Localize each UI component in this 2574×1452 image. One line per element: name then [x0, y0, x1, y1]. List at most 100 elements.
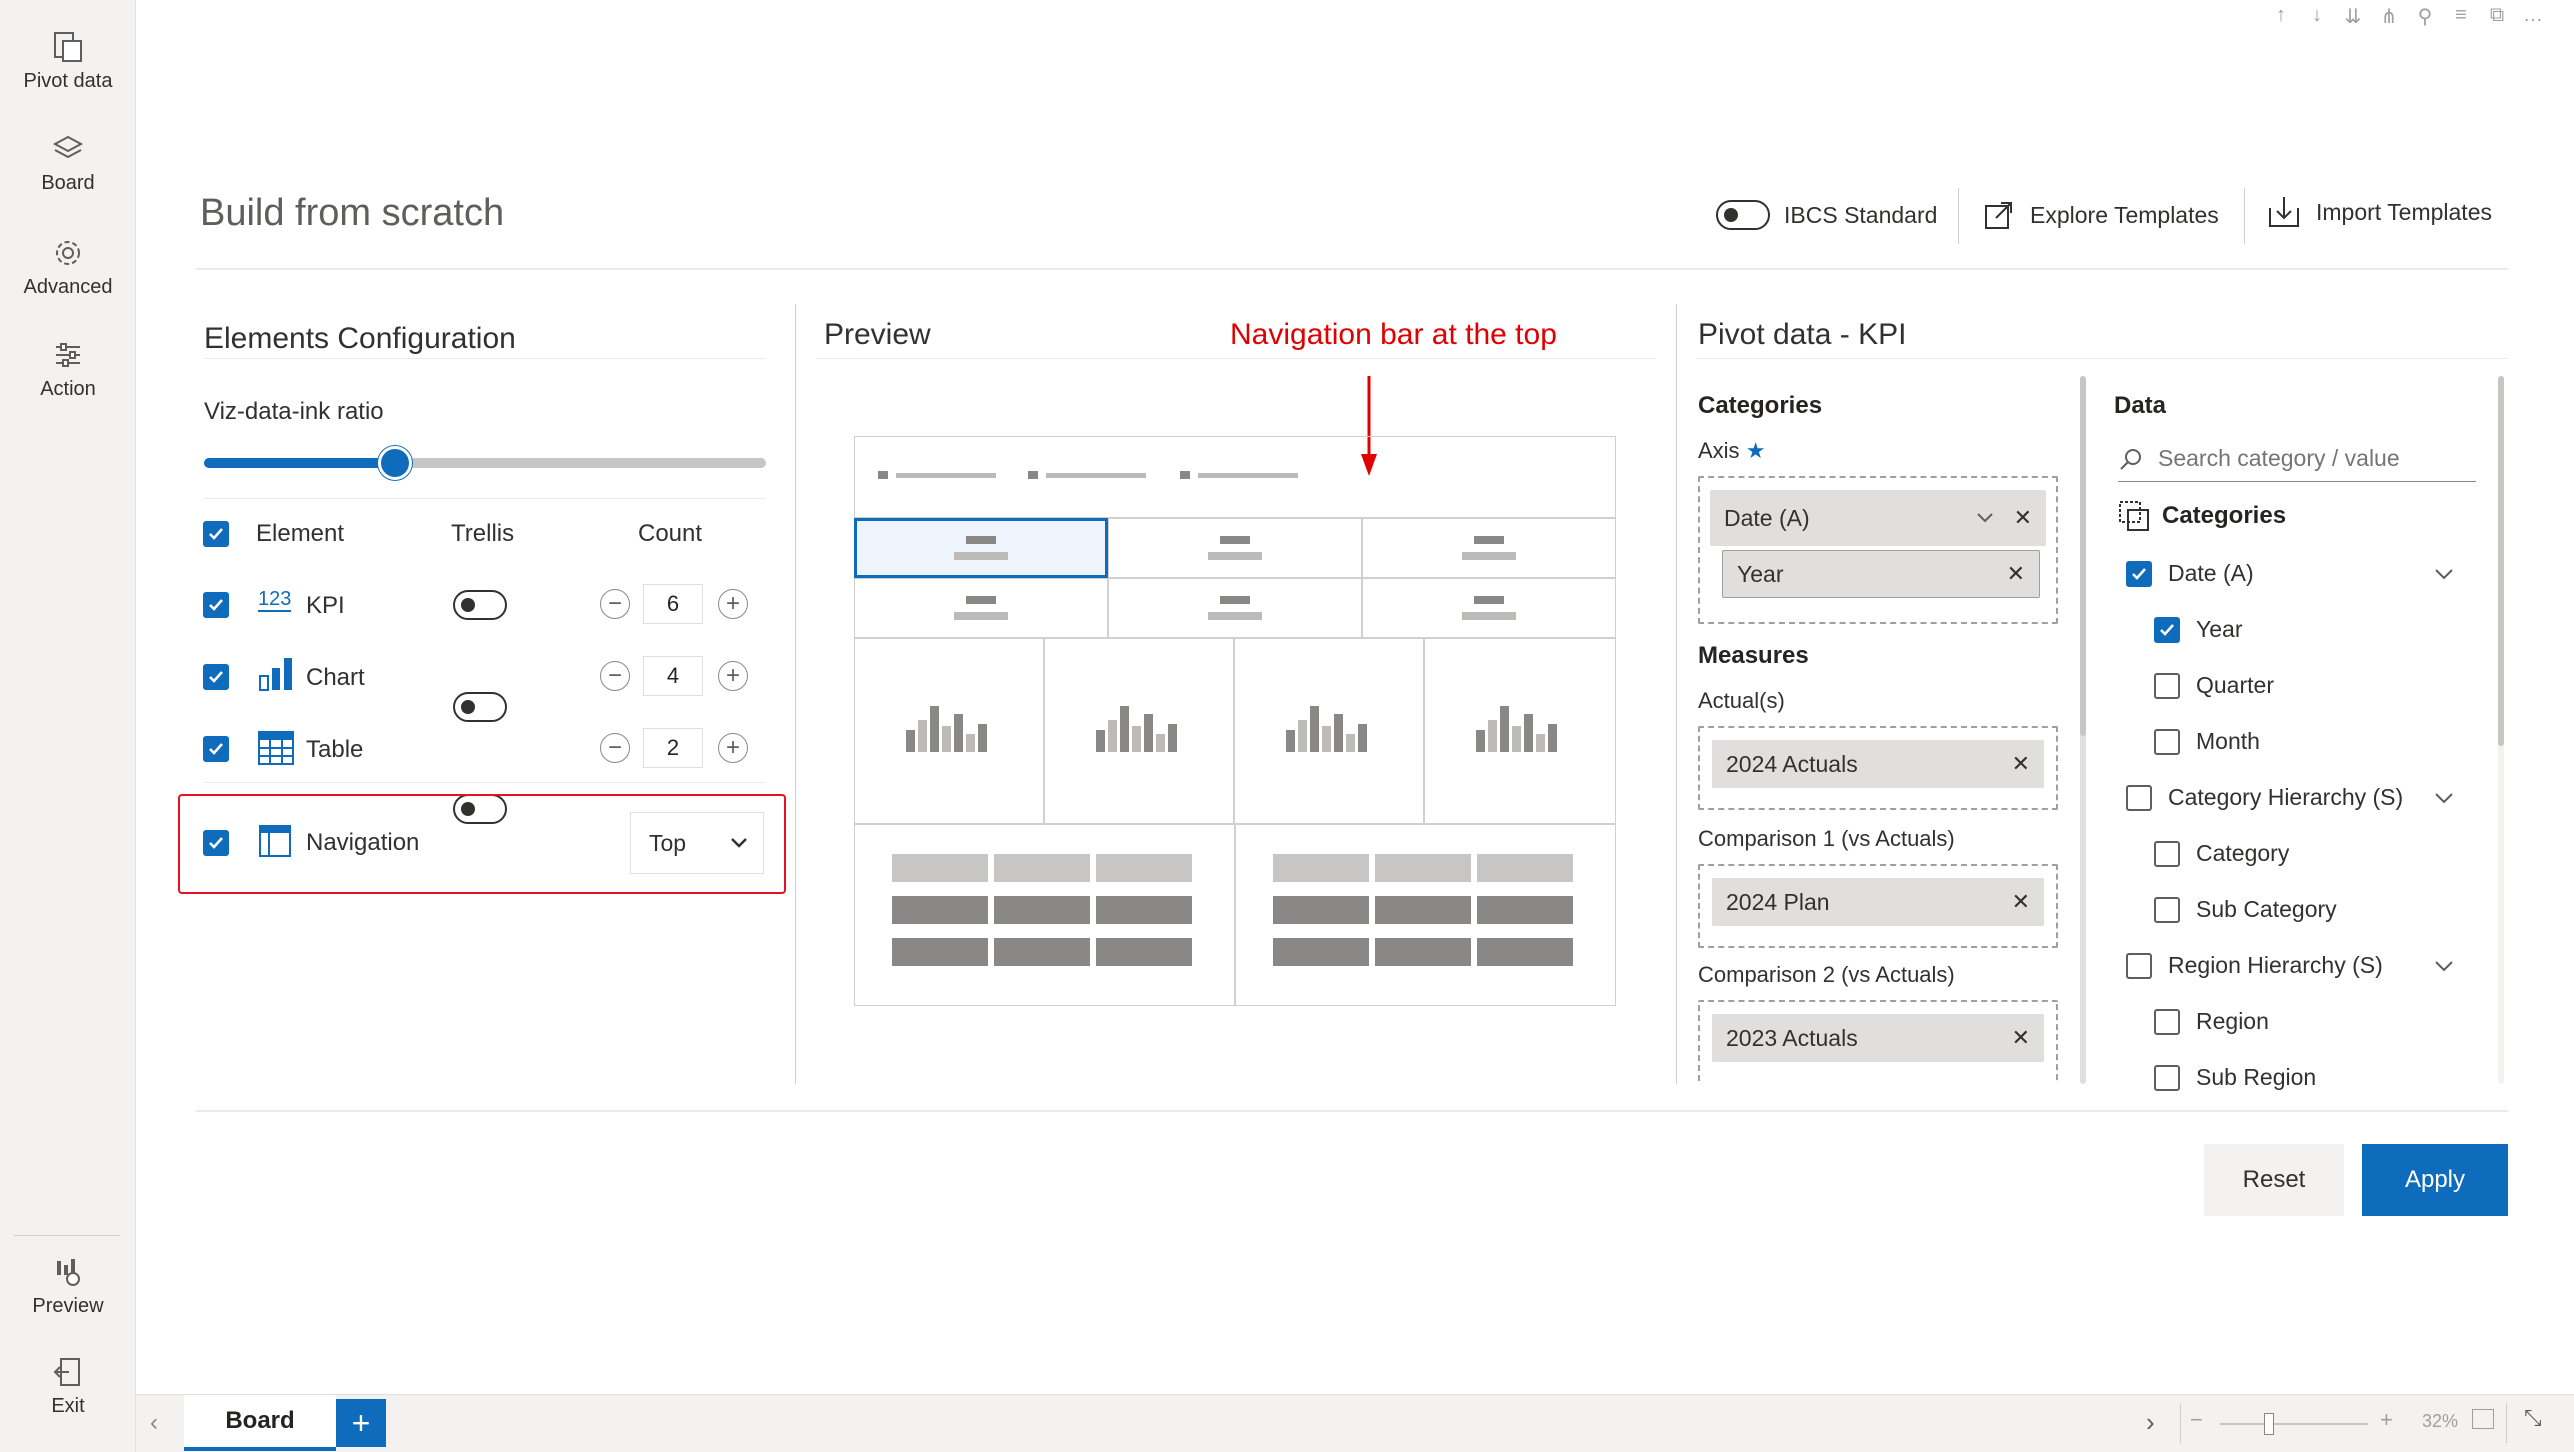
data-tree-checkbox[interactable] — [2126, 952, 2152, 979]
pin-icon[interactable]: ⚲ — [2414, 4, 2436, 34]
tab-board[interactable]: Board — [184, 1395, 336, 1451]
table-count-input[interactable]: 2 — [643, 728, 703, 768]
wf-chart-bar — [966, 734, 975, 752]
data-tree-checkbox[interactable] — [2154, 616, 2180, 643]
arrow-down-icon[interactable]: ↓ — [2306, 4, 2328, 34]
fit-page-icon[interactable] — [2472, 1409, 2494, 1429]
data-tree-item[interactable]: Region Hierarchy (S) — [2126, 952, 2383, 979]
kpi-count-input[interactable]: 6 — [643, 584, 703, 624]
data-search-box[interactable] — [2118, 436, 2476, 482]
arrow-up-icon[interactable]: ↑ — [2270, 4, 2292, 34]
chart-count-input[interactable]: 4 — [643, 656, 703, 696]
chart-trellis-toggle[interactable] — [453, 692, 507, 722]
tab-scroll-left-icon[interactable]: ‹ — [150, 1409, 158, 1437]
zoom-slider[interactable] — [2220, 1413, 2368, 1435]
chart-label: Chart — [306, 664, 365, 691]
zoom-in-button[interactable]: + — [2380, 1407, 2393, 1433]
data-search-input[interactable] — [2158, 445, 2458, 472]
sidebar-divider — [14, 1235, 120, 1236]
import-templates-button[interactable]: Import Templates — [2266, 194, 2492, 230]
chevron-down-icon[interactable] — [2434, 792, 2454, 804]
wf-chart-bar — [1346, 734, 1355, 752]
data-tree-item[interactable]: Sub Region — [2154, 1064, 2316, 1091]
comparison2-chip[interactable]: 2023 Actuals ✕ — [1712, 1014, 2044, 1062]
pivot-data-icon — [51, 30, 85, 64]
double-arrow-down-icon[interactable]: ⇊ — [2342, 4, 2364, 34]
close-icon[interactable]: ✕ — [2012, 751, 2030, 777]
data-scrollbar-thumb[interactable] — [2498, 376, 2504, 746]
zoom-out-button[interactable]: − — [2190, 1407, 2203, 1433]
sidebar-item-preview[interactable]: Preview — [0, 1255, 136, 1318]
pivot-scrollbar-thumb[interactable] — [2080, 376, 2086, 736]
pivot-scrollbar[interactable] — [2080, 376, 2086, 1084]
data-tree-checkbox[interactable] — [2126, 784, 2152, 811]
close-icon[interactable]: ✕ — [2012, 889, 2030, 915]
data-tree-item[interactable]: Month — [2154, 728, 2260, 755]
wf-chart-bar — [1108, 720, 1117, 752]
kpi-checkbox[interactable] — [203, 592, 229, 618]
data-tree-item[interactable]: Date (A) — [2126, 560, 2254, 587]
data-tree-checkbox[interactable] — [2154, 672, 2180, 699]
add-tab-button[interactable]: + — [336, 1399, 386, 1447]
chart-increment-button[interactable]: + — [718, 661, 748, 691]
kpi-trellis-toggle[interactable] — [453, 590, 507, 620]
expand-icon[interactable]: ⤡ — [2524, 1405, 2542, 1431]
kpi-decrement-button[interactable]: − — [600, 589, 630, 619]
data-tree-checkbox[interactable] — [2154, 840, 2180, 867]
sidebar-item-pivot-data[interactable]: Pivot data — [0, 30, 136, 93]
drill-icon[interactable]: ⋔ — [2378, 4, 2400, 34]
tab-scroll-right-icon[interactable]: › — [2146, 1407, 2155, 1438]
chevron-down-icon[interactable] — [2434, 960, 2454, 972]
focus-mode-icon[interactable]: ⧉ — [2486, 4, 2508, 34]
data-tree-item[interactable]: Region — [2154, 1008, 2269, 1035]
table-decrement-button[interactable]: − — [600, 733, 630, 763]
axis-field-chip[interactable]: Date (A) ✕ — [1710, 490, 2046, 546]
data-tree-item[interactable]: Year — [2154, 616, 2242, 643]
sidebar-item-action[interactable]: Action — [0, 338, 136, 401]
table-increment-button[interactable]: + — [718, 733, 748, 763]
kpi-increment-button[interactable]: + — [718, 589, 748, 619]
close-icon[interactable]: ✕ — [2014, 505, 2032, 531]
select-all-checkbox[interactable] — [203, 521, 229, 547]
navigation-position-dropdown[interactable]: Top — [630, 812, 764, 874]
axis-level-chip[interactable]: Year ✕ — [1722, 550, 2040, 598]
close-icon[interactable]: ✕ — [2012, 1025, 2030, 1051]
sidebar-item-advanced[interactable]: Advanced — [0, 236, 136, 299]
close-icon[interactable]: ✕ — [2007, 561, 2025, 587]
table-checkbox[interactable] — [203, 736, 229, 762]
elements-config-title: Elements Configuration — [204, 322, 516, 355]
comparison1-chip-label: 2024 Plan — [1726, 888, 1830, 915]
sidebar-item-exit[interactable]: Exit — [0, 1355, 136, 1418]
chart-checkbox[interactable] — [203, 664, 229, 690]
chevron-down-icon[interactable] — [1976, 512, 1994, 524]
zoom-slider-thumb[interactable] — [2264, 1413, 2274, 1435]
filter-icon[interactable]: ≡ — [2450, 4, 2472, 34]
comparison1-chip[interactable]: 2024 Plan ✕ — [1712, 878, 2044, 926]
data-tree-item[interactable]: Category Hierarchy (S) — [2126, 784, 2403, 811]
data-tree-item[interactable]: Category — [2154, 840, 2289, 867]
data-scrollbar[interactable] — [2498, 376, 2504, 1084]
explore-templates-button[interactable]: Explore Templates — [1982, 198, 2219, 232]
viz-ink-slider[interactable] — [204, 446, 766, 480]
actuals-chip[interactable]: 2024 Actuals ✕ — [1712, 740, 2044, 788]
data-tree-item[interactable]: Sub Category — [2154, 896, 2337, 923]
toggle-switch[interactable] — [1716, 200, 1770, 230]
chart-decrement-button[interactable]: − — [600, 661, 630, 691]
apply-button[interactable]: Apply — [2362, 1144, 2508, 1216]
slider-thumb[interactable] — [378, 446, 413, 480]
data-tree-checkbox[interactable] — [2154, 896, 2180, 923]
data-tree-item[interactable]: Quarter — [2154, 672, 2274, 699]
data-tree-checkbox[interactable] — [2154, 728, 2180, 755]
data-tree-checkbox[interactable] — [2154, 1008, 2180, 1035]
wf-chart-bar — [1334, 714, 1343, 752]
navigation-checkbox[interactable] — [203, 830, 229, 856]
more-options-icon[interactable]: … — [2522, 4, 2544, 34]
categories-heading: Categories — [1698, 392, 1823, 419]
data-tree-checkbox[interactable] — [2154, 1064, 2180, 1091]
ibcs-standard-toggle[interactable]: IBCS Standard — [1716, 200, 1937, 230]
data-tree-checkbox[interactable] — [2126, 560, 2152, 587]
sidebar-item-board[interactable]: Board — [0, 132, 136, 195]
reset-button[interactable]: Reset — [2204, 1144, 2344, 1216]
chevron-down-icon[interactable] — [2434, 568, 2454, 580]
divider — [1958, 188, 1959, 244]
